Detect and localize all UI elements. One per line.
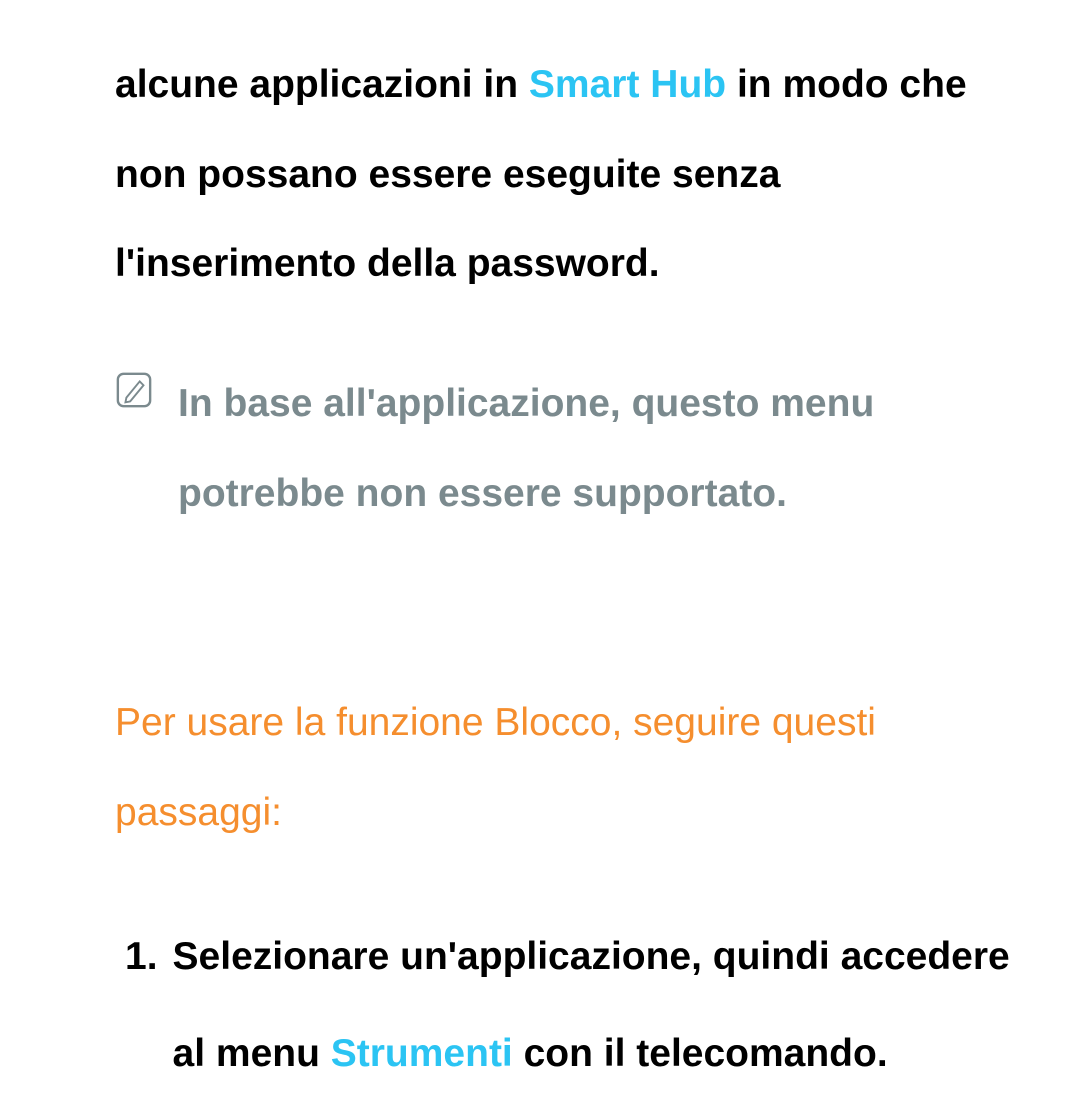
intro-paragraph: alcune applicazioni in Smart Hub in modo… — [115, 40, 1030, 309]
section-heading: Per usare la funzione Blocco, seguire qu… — [115, 678, 1030, 857]
strumenti-link: Strumenti — [331, 1032, 513, 1075]
smart-hub-link: Smart Hub — [529, 63, 726, 106]
note-icon — [115, 371, 153, 414]
note-block: In base all'applicazione, questo menu po… — [115, 359, 1030, 538]
steps-list: 1. Selezionare un'applicazione, quindi a… — [115, 908, 1030, 1103]
list-text: Selezionare un'applicazione, quindi acce… — [173, 908, 1030, 1103]
list-item: 1. Selezionare un'applicazione, quindi a… — [115, 908, 1030, 1103]
note-text: In base all'applicazione, questo menu po… — [178, 359, 1030, 538]
step-text-part2: con il telecomando. — [513, 1032, 888, 1075]
list-number: 1. — [125, 908, 158, 1006]
intro-text-part1: alcune applicazioni in — [115, 63, 529, 106]
